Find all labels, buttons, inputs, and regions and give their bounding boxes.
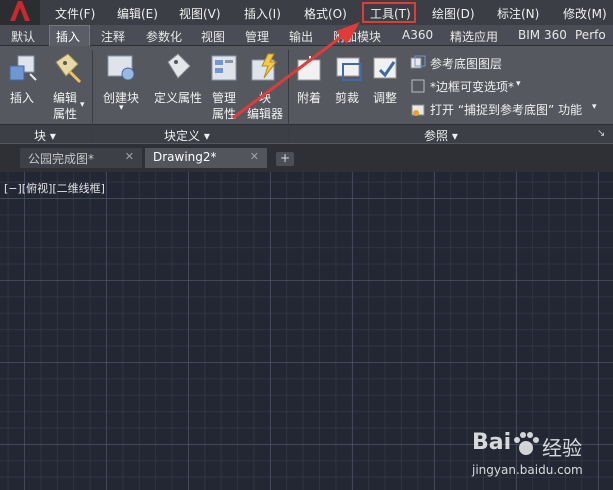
annotation-arrow bbox=[232, 22, 360, 120]
baidu-jingyan-watermark: Bai 经验 jingyan.baidu.com bbox=[468, 428, 608, 486]
paw-logo-icon bbox=[514, 432, 539, 455]
watermark-url: jingyan.baidu.com bbox=[472, 463, 583, 477]
watermark-brand-a: Bai bbox=[472, 430, 512, 455]
watermark-brand-b: 经验 bbox=[542, 436, 582, 460]
